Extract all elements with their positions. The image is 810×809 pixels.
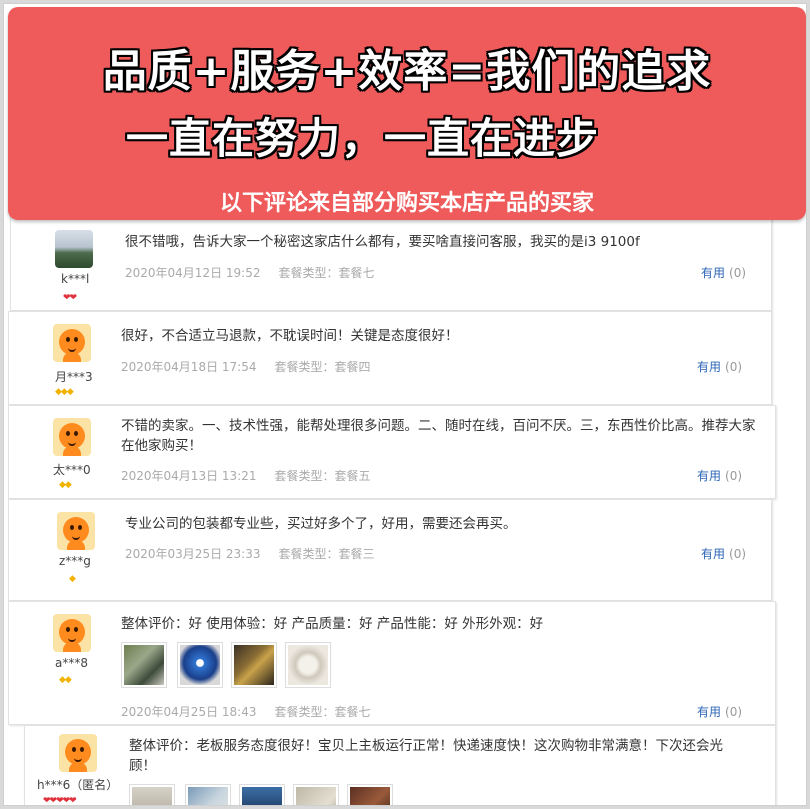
reviewer-name: a***8 — [55, 656, 88, 670]
review-meta: 2020年04月12日 19:52 套餐类型：套餐七 — [125, 264, 375, 281]
user-avatar — [55, 230, 93, 268]
review-item: k***l ❤❤ 很不错哦，告诉大家一个秘密这家店什么都有，要买啥直接问客服，我… — [10, 209, 772, 311]
banner-caption: 以下评论来自部分购买本店产品的买家 — [219, 191, 594, 216]
helpful-count: (0) — [729, 266, 747, 280]
helpful-count: (0) — [725, 360, 743, 374]
reviewer-level-badge: ◆◆ — [59, 675, 72, 685]
helpful-button[interactable]: 有用 (0) — [697, 358, 742, 375]
review-package: 套餐类型：套餐七 — [274, 705, 371, 719]
review-photo[interactable] — [185, 784, 231, 805]
helpful-count: (0) — [725, 469, 743, 483]
review-photo[interactable] — [285, 642, 331, 688]
review-text: 整体评价：好 使用体验：好 产品质量：好 产品性能：好 外形外观：好 — [121, 616, 544, 632]
review-photo[interactable] — [239, 784, 285, 805]
reviewer-name: 月***3 — [55, 370, 93, 384]
review-date: 2020年04月25日 18:43 — [121, 705, 257, 719]
reviewer-level-badge: ❤❤ — [63, 293, 77, 303]
review-photo[interactable] — [293, 784, 339, 805]
helpful-button[interactable]: 有用 (0) — [697, 467, 742, 484]
user-avatar — [57, 512, 95, 550]
reviewer-level-badge: ◆ — [69, 574, 76, 584]
review-package: 套餐类型：套餐五 — [274, 469, 371, 483]
review-text: 整体评价：老板服务态度很好！宝贝上主板运行正常！快递速度快！这次购物非常满意！下… — [129, 738, 723, 774]
review-package: 套餐类型：套餐四 — [274, 360, 371, 374]
reviewer-name: h***6（匿名） — [37, 778, 119, 792]
review-photo[interactable] — [347, 784, 393, 805]
reviewer-level-badge: ◆◆ — [59, 480, 72, 490]
review-meta: 2020年04月18日 17:54 套餐类型：套餐四 — [121, 358, 371, 375]
helpful-button[interactable]: 有用 (0) — [697, 703, 742, 720]
helpful-label: 有用 — [697, 360, 722, 374]
banner-subheadline: 一直在努力，一直在进步 — [126, 114, 600, 163]
review-meta: 2020年04月13日 13:21 套餐类型：套餐五 — [121, 467, 371, 484]
helpful-label: 有用 — [697, 469, 722, 483]
reviewer-level-badge: ◆◆◆ — [55, 387, 74, 397]
review-photo[interactable] — [121, 642, 167, 688]
review-text: 不错的卖家。一、技术性强，能帮处理很多问题。二、随时在线，百问不厌。三，东西性价… — [121, 418, 756, 454]
helpful-button[interactable]: 有用 (0) — [701, 264, 746, 281]
review-item: 太***0 ◆◆ 不错的卖家。一、技术性强，能帮处理很多问题。二、随时在线，百问… — [8, 405, 776, 499]
user-avatar — [53, 418, 91, 456]
review-date: 2020年03月25日 23:33 — [125, 547, 261, 561]
page-frame: 品质+服务+效率=我们的追求 一直在努力，一直在进步 以下评论来自部分购买本店产… — [3, 3, 807, 806]
review-date: 2020年04月18日 17:54 — [121, 360, 257, 374]
review-date: 2020年04月13日 13:21 — [121, 469, 257, 483]
review-item: z***g ◆ 专业公司的包装都专业些，买过好多个了，好用，需要还会再买。 20… — [8, 499, 772, 601]
review-package: 套餐类型：套餐三 — [278, 547, 375, 561]
helpful-label: 有用 — [697, 705, 722, 719]
review-item: 月***3 ◆◆◆ 很好，不合适立马退款，不耽误时间！关键是态度很好！ 2020… — [8, 311, 772, 405]
reviewer-name: k***l — [61, 272, 90, 286]
review-meta: 2020年03月25日 23:33 套餐类型：套餐三 — [125, 545, 375, 562]
banner-headline: 品质+服务+效率=我们的追求 — [102, 46, 712, 97]
review-item: h***6（匿名） ❤❤❤❤❤ 整体评价：老板服务态度很好！宝贝上主板运行正常！… — [24, 725, 776, 806]
review-photo[interactable] — [129, 784, 175, 805]
review-date: 2020年04月12日 19:52 — [125, 266, 261, 280]
helpful-count: (0) — [725, 705, 743, 719]
review-text: 很好，不合适立马退款，不耽误时间！关键是态度很好！ — [121, 328, 459, 344]
review-photo[interactable] — [177, 642, 223, 688]
helpful-label: 有用 — [701, 547, 726, 561]
reviewer-name: 太***0 — [53, 463, 91, 477]
reviewer-level-badge: ❤❤❤❤❤ — [43, 796, 77, 806]
user-avatar — [53, 614, 91, 652]
helpful-label: 有用 — [701, 266, 726, 280]
reviewer-name: z***g — [59, 554, 91, 568]
review-text: 很不错哦，告诉大家一个秘密这家店什么都有，要买啥直接问客服，我买的是i3 910… — [125, 234, 640, 250]
helpful-count: (0) — [729, 547, 747, 561]
review-text: 专业公司的包装都专业些，买过好多个了，好用，需要还会再买。 — [125, 516, 517, 532]
helpful-button[interactable]: 有用 (0) — [701, 545, 746, 562]
user-avatar — [59, 734, 97, 772]
user-avatar — [53, 324, 91, 362]
review-photo[interactable] — [231, 642, 277, 688]
promo-banner: 品质+服务+效率=我们的追求 一直在努力，一直在进步 以下评论来自部分购买本店产… — [8, 7, 806, 220]
review-package: 套餐类型：套餐七 — [278, 266, 375, 280]
review-item: a***8 ◆◆ 整体评价：好 使用体验：好 产品质量：好 产品性能：好 外形外… — [8, 601, 776, 725]
review-meta: 2020年04月25日 18:43 套餐类型：套餐七 — [121, 703, 371, 720]
